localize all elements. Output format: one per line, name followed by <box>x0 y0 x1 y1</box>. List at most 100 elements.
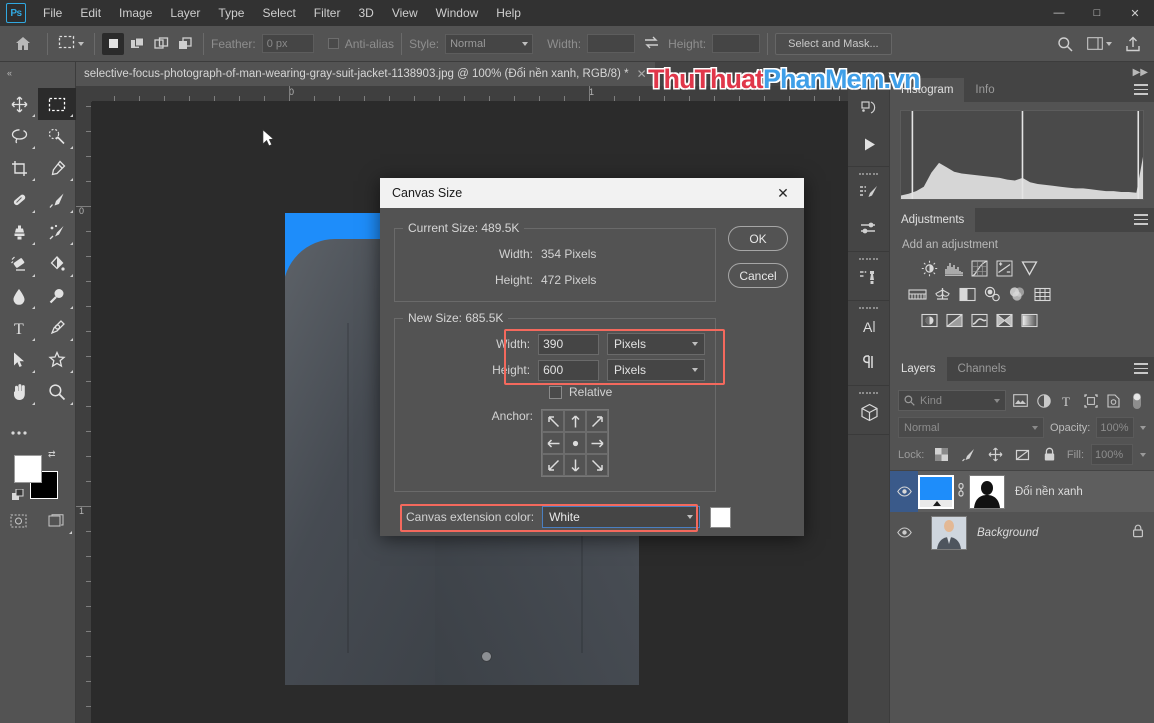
intersect-selection-button[interactable] <box>174 33 196 55</box>
anchor-up-left[interactable] <box>542 410 564 432</box>
brush-tool[interactable] <box>38 184 76 216</box>
hue-saturation-icon[interactable] <box>906 283 928 305</box>
hand-tool[interactable] <box>0 376 38 408</box>
anchor-right[interactable] <box>586 432 608 454</box>
canvas-size-dialog[interactable]: Canvas Size ✕ Current Size: 489.5K Width… <box>380 178 804 536</box>
play-icon[interactable] <box>848 126 890 162</box>
eraser-tool[interactable] <box>0 248 38 280</box>
channel-mixer-icon[interactable] <box>1006 283 1028 305</box>
opacity-chevron-down-icon[interactable] <box>1140 426 1146 430</box>
menu-filter[interactable]: Filter <box>305 2 350 24</box>
menu-window[interactable]: Window <box>427 2 488 24</box>
lasso-tool[interactable] <box>0 120 38 152</box>
opacity-input[interactable]: 100% <box>1096 417 1134 438</box>
tab-channels[interactable]: Channels <box>947 357 1018 381</box>
select-and-mask-button[interactable]: Select and Mask... <box>775 33 892 55</box>
color-lookup-icon[interactable] <box>1031 283 1053 305</box>
eyedropper-tool[interactable] <box>38 152 76 184</box>
blur-tool[interactable] <box>0 280 38 312</box>
anchor-left[interactable] <box>542 432 564 454</box>
table-row[interactable]: Đổi nền xanh <box>890 471 1154 512</box>
anchor-up-right[interactable] <box>586 410 608 432</box>
brightness-contrast-icon[interactable] <box>918 257 940 279</box>
lock-position-icon[interactable] <box>985 445 1005 465</box>
screen-mode-icon[interactable] <box>38 505 76 537</box>
eye-icon[interactable] <box>890 512 918 553</box>
lock-icon[interactable] <box>1132 524 1144 541</box>
panel-menu-icon[interactable] <box>1134 84 1148 98</box>
menu-file[interactable]: File <box>34 2 71 24</box>
type-tool[interactable]: T <box>0 312 38 344</box>
photo-filter-icon[interactable] <box>981 283 1003 305</box>
tab-layers[interactable]: Layers <box>890 357 947 381</box>
add-to-selection-button[interactable] <box>126 33 148 55</box>
new-height-input[interactable]: 600 <box>538 360 599 381</box>
lock-image-pixels-icon[interactable] <box>958 445 978 465</box>
height-input[interactable] <box>712 34 760 53</box>
selective-color-icon[interactable] <box>993 309 1015 331</box>
relative-checkbox[interactable] <box>549 386 562 399</box>
subtract-from-selection-button[interactable] <box>150 33 172 55</box>
layer-mask-thumbnail[interactable] <box>969 475 1005 509</box>
crop-tool[interactable] <box>0 152 38 184</box>
menu-edit[interactable]: Edit <box>71 2 110 24</box>
levels-icon[interactable] <box>943 257 965 279</box>
menu-type[interactable]: Type <box>209 2 253 24</box>
home-icon[interactable] <box>6 30 40 58</box>
filter-toggle-icon[interactable] <box>1129 391 1146 411</box>
move-tool[interactable] <box>0 88 38 120</box>
style-dropdown[interactable]: Normal <box>445 34 533 54</box>
close-icon[interactable]: ✕ <box>1116 0 1154 26</box>
share-icon[interactable] <box>1120 31 1146 57</box>
foreground-color-swatch[interactable] <box>14 455 42 483</box>
custom-shape-tool[interactable] <box>38 344 76 376</box>
threshold-icon[interactable] <box>968 309 990 331</box>
layer-thumbnail[interactable] <box>931 516 967 550</box>
new-width-unit-dropdown[interactable]: Pixels <box>607 333 705 355</box>
vibrance-icon[interactable] <box>1018 257 1040 279</box>
cancel-button[interactable]: Cancel <box>728 263 788 288</box>
healing-brush-tool[interactable] <box>0 184 38 216</box>
invert-icon[interactable] <box>918 309 940 331</box>
new-height-unit-dropdown[interactable]: Pixels <box>607 359 705 381</box>
libraries-icon[interactable] <box>848 90 890 126</box>
swap-dimensions-icon[interactable] <box>644 36 659 52</box>
close-icon[interactable]: ✕ <box>635 67 649 81</box>
styles-icon[interactable] <box>848 260 890 296</box>
menu-help[interactable]: Help <box>487 2 530 24</box>
pixel-layers-filter-icon[interactable] <box>1012 391 1029 411</box>
more-tools-icon[interactable] <box>0 417 38 449</box>
paragraph-icon[interactable] <box>848 345 890 381</box>
pen-tool[interactable] <box>38 312 76 344</box>
anchor-grid[interactable] <box>541 409 609 477</box>
clone-stamp-tool[interactable] <box>0 216 38 248</box>
curves-icon[interactable] <box>968 257 990 279</box>
anti-alias-checkbox[interactable] <box>328 38 339 49</box>
anchor-center[interactable] <box>564 432 586 454</box>
anchor-up[interactable] <box>564 410 586 432</box>
fill-input[interactable]: 100% <box>1091 444 1133 465</box>
fill-chevron-down-icon[interactable] <box>1140 453 1146 457</box>
type-layers-filter-icon[interactable]: T <box>1059 391 1076 411</box>
tab-adjustments[interactable]: Adjustments <box>890 208 975 232</box>
adjustment-layers-filter-icon[interactable] <box>1035 391 1052 411</box>
shape-layers-filter-icon[interactable] <box>1082 391 1099 411</box>
lock-all-icon[interactable] <box>1039 445 1059 465</box>
menu-3d[interactable]: 3D <box>349 2 382 24</box>
quick-selection-tool[interactable] <box>38 120 76 152</box>
dodge-tool[interactable] <box>38 280 76 312</box>
panel-menu-icon[interactable] <box>1134 214 1148 228</box>
blend-mode-dropdown[interactable]: Normal <box>898 417 1044 438</box>
default-colors-icon[interactable] <box>12 489 25 504</box>
posterize-icon[interactable] <box>943 309 965 331</box>
new-width-input[interactable]: 390 <box>538 334 599 355</box>
smart-object-filter-icon[interactable] <box>1105 391 1122 411</box>
history-brush-tool[interactable] <box>38 216 76 248</box>
document-tab[interactable]: selective-focus-photograph-of-man-wearin… <box>76 62 655 86</box>
anchor-down-left[interactable] <box>542 454 564 476</box>
layer-thumbnail[interactable] <box>918 475 954 509</box>
lock-artboard-nesting-icon[interactable] <box>1012 445 1032 465</box>
search-icon[interactable] <box>1052 31 1078 57</box>
canvas-extension-dropdown[interactable]: White <box>542 506 700 528</box>
character-icon[interactable]: A <box>848 309 890 345</box>
